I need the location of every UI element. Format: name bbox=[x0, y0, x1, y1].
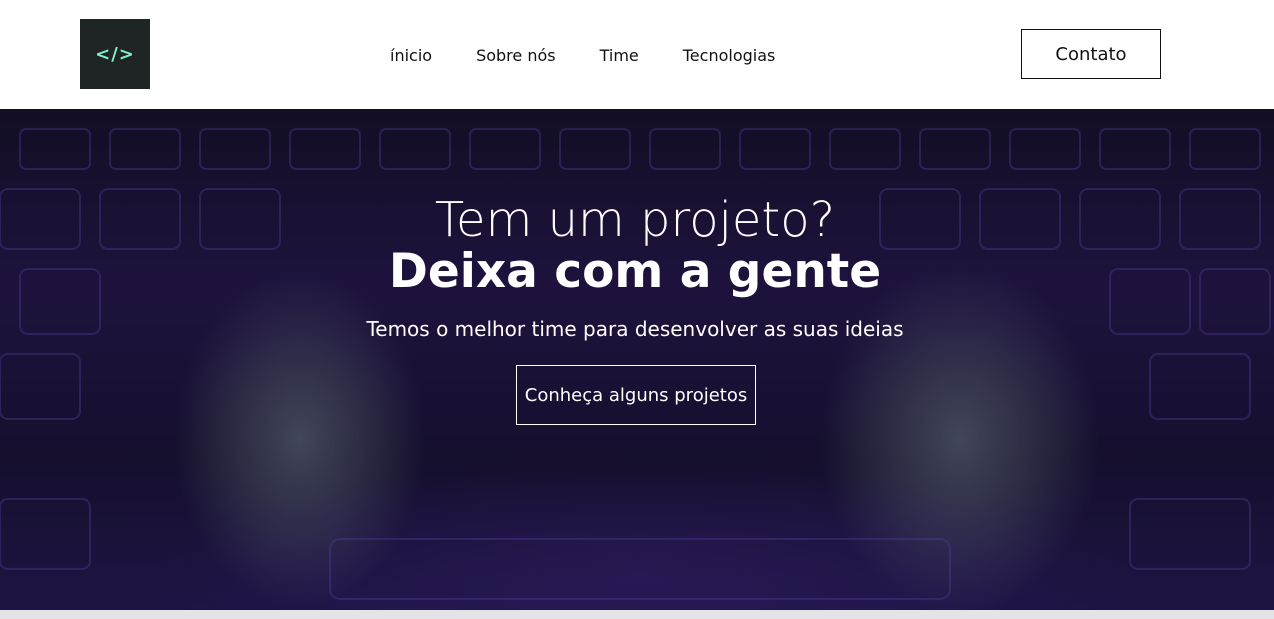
nav-item-sobre-nos[interactable]: Sobre nós bbox=[476, 46, 556, 65]
hero-title: Tem um projeto? bbox=[434, 192, 836, 248]
site-header: </> ínicio Sobre nós Time Tecnologias Co… bbox=[0, 0, 1274, 109]
nav-item-time[interactable]: Time bbox=[600, 46, 639, 65]
projects-button[interactable]: Conheça alguns projetos bbox=[516, 365, 756, 425]
next-section-edge bbox=[0, 610, 1274, 619]
hero-section: Tem um projeto? Deixa com a gente Temos … bbox=[0, 109, 1274, 610]
main-nav: ínicio Sobre nós Time Tecnologias bbox=[390, 44, 775, 66]
hero-headline: Deixa com a gente bbox=[388, 244, 882, 299]
nav-item-tecnologias[interactable]: Tecnologias bbox=[683, 46, 776, 65]
hero-content: Tem um projeto? Deixa com a gente Temos … bbox=[0, 109, 1274, 610]
contact-button[interactable]: Contato bbox=[1021, 29, 1161, 79]
hero-subtitle: Temos o melhor time para desenvolver as … bbox=[366, 317, 904, 341]
nav-item-inicio[interactable]: ínicio bbox=[390, 46, 432, 65]
code-brackets-icon: </> bbox=[95, 43, 135, 65]
logo[interactable]: </> bbox=[80, 19, 150, 89]
